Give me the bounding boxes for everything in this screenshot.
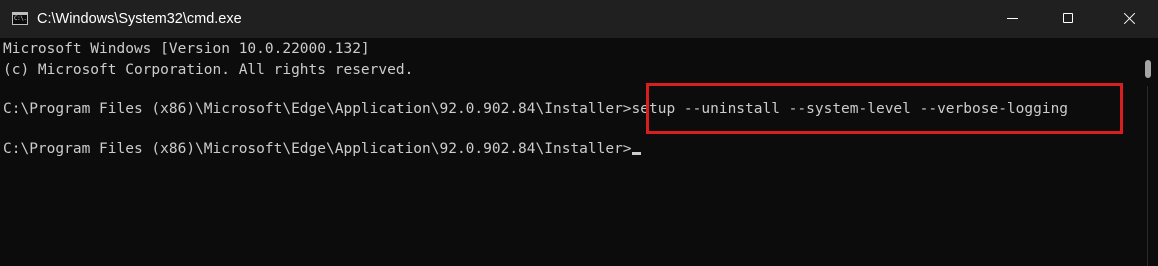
vertical-scrollbar[interactable] [1136, 38, 1158, 266]
maximize-icon [1063, 13, 1073, 23]
minimize-button[interactable] [990, 0, 1038, 38]
cmd-window: C:\. C:\Windows\System32\cmd.exe Microso… [0, 0, 1158, 266]
console-line-prompt[interactable]: C:\Program Files (x86)\Microsoft\Edge\Ap… [3, 140, 641, 158]
console-line-copyright: (c) Microsoft Corporation. All rights re… [3, 62, 414, 78]
prompt-text: C:\Program Files (x86)\Microsoft\Edge\Ap… [3, 141, 632, 157]
cmd-icon: C:\. [12, 12, 28, 25]
title-bar[interactable]: C:\. C:\Windows\System32\cmd.exe [0, 0, 1158, 38]
window-title: C:\Windows\System32\cmd.exe [37, 11, 242, 27]
console-output[interactable]: Microsoft Windows [Version 10.0.22000.13… [0, 38, 1136, 266]
cmd-icon-glyph: C:\. [14, 15, 27, 22]
command-highlight-box [646, 83, 1123, 134]
scrollbar-thumb[interactable] [1145, 60, 1151, 78]
close-button[interactable] [1105, 0, 1153, 38]
close-icon [1122, 12, 1136, 26]
maximize-button[interactable] [1045, 0, 1093, 38]
scrollbar-track[interactable] [1147, 86, 1148, 266]
text-cursor [631, 152, 641, 155]
console-line-version: Microsoft Windows [Version 10.0.22000.13… [3, 41, 370, 57]
minimize-icon [1007, 18, 1018, 19]
